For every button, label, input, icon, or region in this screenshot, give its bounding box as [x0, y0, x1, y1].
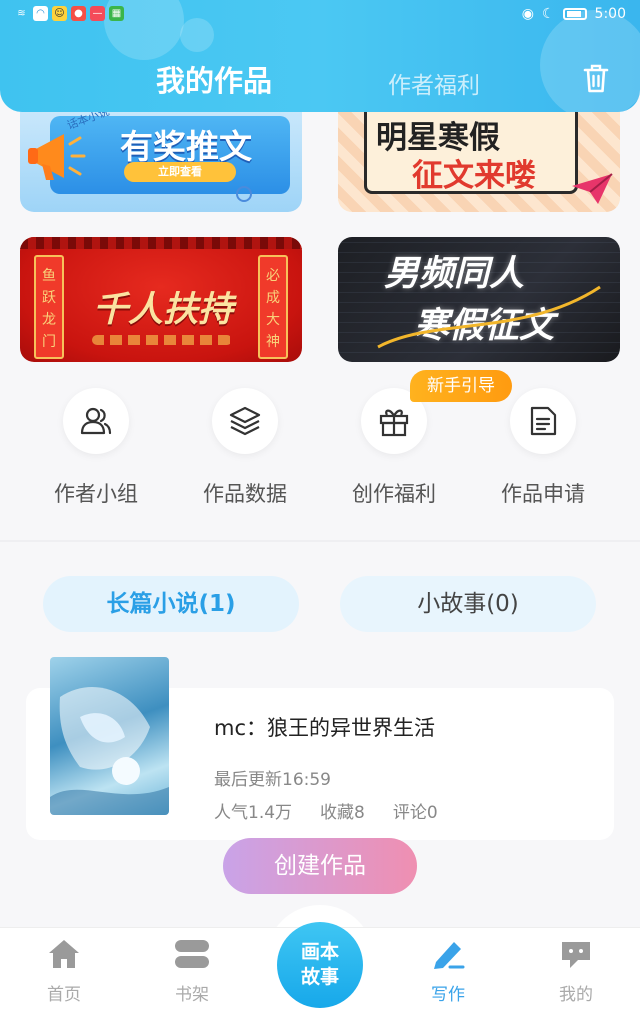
megaphone-icon — [28, 134, 86, 180]
work-popularity: 人气1.4万 — [214, 803, 293, 823]
wifi-icon: ≋ — [17, 8, 26, 19]
newbie-guide-badge[interactable]: 新手引导 — [410, 370, 512, 402]
app-notification-icon: ☺ — [52, 6, 67, 21]
work-favorites: 收藏8 — [320, 803, 365, 823]
work-stats: 人气1.4万 收藏8 评论0 — [214, 798, 438, 823]
decoration-dot — [236, 186, 252, 202]
wolf-artwork — [50, 687, 169, 815]
nav-mine[interactable]: 我的 — [531, 938, 621, 1005]
nav-label: 写作 — [431, 985, 465, 1005]
function-label: 作品申请 — [501, 482, 585, 506]
moon-icon: ☾ — [541, 6, 555, 22]
chat-icon — [562, 942, 590, 968]
banner-male-fanfic[interactable]: 男频同人 寒假征文 — [338, 237, 620, 362]
people-icon — [80, 407, 112, 435]
create-work-button[interactable]: 创建作品 — [223, 838, 417, 894]
function-icon-circle — [63, 388, 129, 454]
tab-my-works[interactable]: 我的作品 — [156, 58, 272, 100]
eye-icon: ◉ — [521, 6, 534, 22]
function-work-application[interactable]: 作品申请 — [483, 388, 603, 508]
function-creation-benefits[interactable]: 创作福利 — [334, 388, 454, 508]
function-author-group[interactable]: 作者小组 — [36, 388, 156, 508]
app-notification-icon: ◠ — [33, 6, 48, 21]
function-label: 创作福利 — [352, 482, 436, 506]
document-icon — [530, 406, 557, 436]
app-notification-icon: ● — [71, 6, 86, 21]
work-title[interactable]: mc：狼王的异世界生活 — [214, 712, 435, 742]
banner-title-line2: 征文来喽 — [412, 158, 536, 194]
layers-icon — [229, 406, 261, 436]
function-icon-circle — [212, 388, 278, 454]
right-couplet: 必成大神 — [266, 268, 280, 350]
function-label: 作品数据 — [203, 482, 287, 506]
tab-author-benefits[interactable]: 作者福利 — [388, 66, 480, 100]
status-time: 5:00 — [594, 6, 626, 22]
tab-long-novel[interactable]: 长篇小说(1) — [43, 576, 299, 632]
banner-title: 千人扶持 — [92, 290, 233, 330]
left-couplet: 鱼跃龙门 — [42, 268, 56, 350]
nav-label: 书架 — [175, 985, 209, 1005]
trash-icon[interactable] — [582, 62, 610, 94]
function-icon-circle — [510, 388, 576, 454]
nav-bookshelf[interactable]: 书架 — [147, 938, 237, 1005]
banner-reward-recommend[interactable]: 话本小说 有奖推文 立即查看 — [20, 96, 302, 212]
app-notification-icon: — — [90, 6, 105, 21]
banner-title: 有奖推文 — [120, 127, 252, 166]
nav-home[interactable]: 首页 — [19, 938, 109, 1005]
nav-picture-story-button[interactable]: 画本 故事 — [277, 922, 363, 1008]
nav-write[interactable]: 写作 — [403, 938, 493, 1005]
banner-star-winter[interactable]: 明星寒假 征文来喽 — [338, 96, 620, 212]
nav-label: 首页 — [47, 985, 81, 1005]
function-label: 作者小组 — [54, 482, 138, 506]
status-right: ◉ ☾ 5:00 — [522, 6, 626, 22]
status-bar: ≋ ◠ ☺ ● — ▦ ◉ ☾ 5:00 — [0, 0, 640, 30]
banner-fringe — [20, 237, 302, 249]
center-label-line1: 画本 — [300, 941, 339, 963]
gift-icon — [379, 409, 409, 437]
view-now-button[interactable]: 立即查看 — [124, 162, 236, 182]
function-work-data[interactable]: 作品数据 — [185, 388, 305, 508]
tab-short-story[interactable]: 小故事(0) — [340, 576, 596, 632]
nav-label: 我的 — [559, 985, 593, 1005]
app-notification-icon: ▦ — [109, 6, 124, 21]
paper-plane-icon — [572, 173, 613, 204]
home-icon — [49, 940, 79, 968]
battery-icon — [562, 8, 587, 20]
wave-pattern — [92, 335, 232, 345]
work-comments: 评论0 — [392, 803, 438, 823]
center-label-line2: 故事 — [300, 966, 339, 988]
golden-swoosh — [377, 285, 601, 349]
status-icons: ≋ ◠ ☺ ● — ▦ — [14, 6, 124, 21]
section-divider — [0, 540, 640, 542]
work-cover-image[interactable] — [50, 657, 169, 815]
work-last-updated: 最后更新16:59 — [214, 770, 331, 790]
app-header: ≋ ◠ ☺ ● — ▦ ◉ ☾ 5:00 我的作品 作者福利 — [0, 0, 640, 112]
pen-icon — [434, 942, 465, 969]
bookshelf-icon — [175, 940, 209, 968]
banner-thousand-support[interactable]: 鱼跃龙门 必成大神 千人扶持 — [20, 237, 302, 362]
